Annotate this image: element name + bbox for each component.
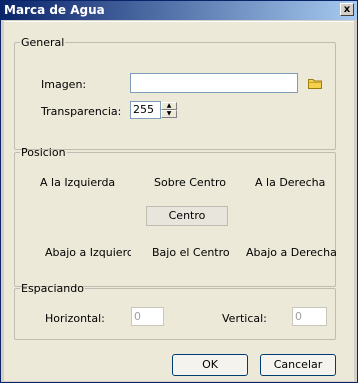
window-title: Marca de Agua: [4, 3, 105, 17]
espaciando-legend: Espaciando: [21, 282, 84, 295]
position-bottom-center-option[interactable]: Bajo el Centro: [152, 246, 230, 259]
dialog-body: General Imagen: Transparencia: 255 ▲ ▼ P…: [4, 21, 354, 381]
espaciando-group: Espaciando: [14, 282, 336, 340]
general-group: General: [14, 36, 336, 150]
position-center-button[interactable]: Centro: [146, 206, 228, 226]
close-icon: x: [343, 4, 351, 15]
transparency-label: Transparencia:: [41, 105, 122, 118]
title-bar[interactable]: Marca de Agua x: [1, 1, 357, 20]
horizontal-value: 0: [134, 310, 141, 323]
horizontal-input[interactable]: 0: [131, 307, 164, 326]
general-legend: General: [21, 36, 65, 49]
posicion-legend: Posicion: [21, 146, 66, 159]
transparency-input[interactable]: 255: [130, 101, 161, 119]
position-left-option[interactable]: A la Izquierda: [40, 176, 115, 189]
image-input[interactable]: [130, 73, 298, 93]
folder-icon[interactable]: [308, 78, 322, 89]
vertical-value: 0: [295, 310, 302, 323]
horizontal-label: Horizontal:: [45, 312, 105, 325]
vertical-label: Vertical:: [222, 312, 267, 325]
ok-button[interactable]: OK: [172, 354, 248, 376]
position-right-option[interactable]: A la Derecha: [255, 176, 325, 189]
transparency-value: 255: [133, 103, 154, 116]
image-label: Imagen:: [41, 78, 87, 91]
position-center-label: Centro: [168, 209, 206, 222]
dialog-window: Marca de Agua x General Imagen: Transpar…: [0, 0, 358, 383]
position-bottom-left-option[interactable]: Abajo a Izquierda: [45, 246, 131, 259]
close-button[interactable]: x: [340, 3, 354, 16]
cancel-label: Cancelar: [273, 358, 323, 371]
spin-up-icon[interactable]: ▲: [161, 102, 177, 110]
position-over-center-option[interactable]: Sobre Centro: [154, 176, 226, 189]
cancel-button[interactable]: Cancelar: [260, 354, 336, 376]
vertical-input[interactable]: 0: [292, 307, 327, 326]
spin-down-icon[interactable]: ▼: [161, 110, 177, 118]
position-bottom-right-option[interactable]: Abajo a Derecha: [246, 246, 337, 259]
transparency-spinner[interactable]: ▲ ▼: [161, 102, 177, 118]
ok-label: OK: [202, 358, 218, 371]
